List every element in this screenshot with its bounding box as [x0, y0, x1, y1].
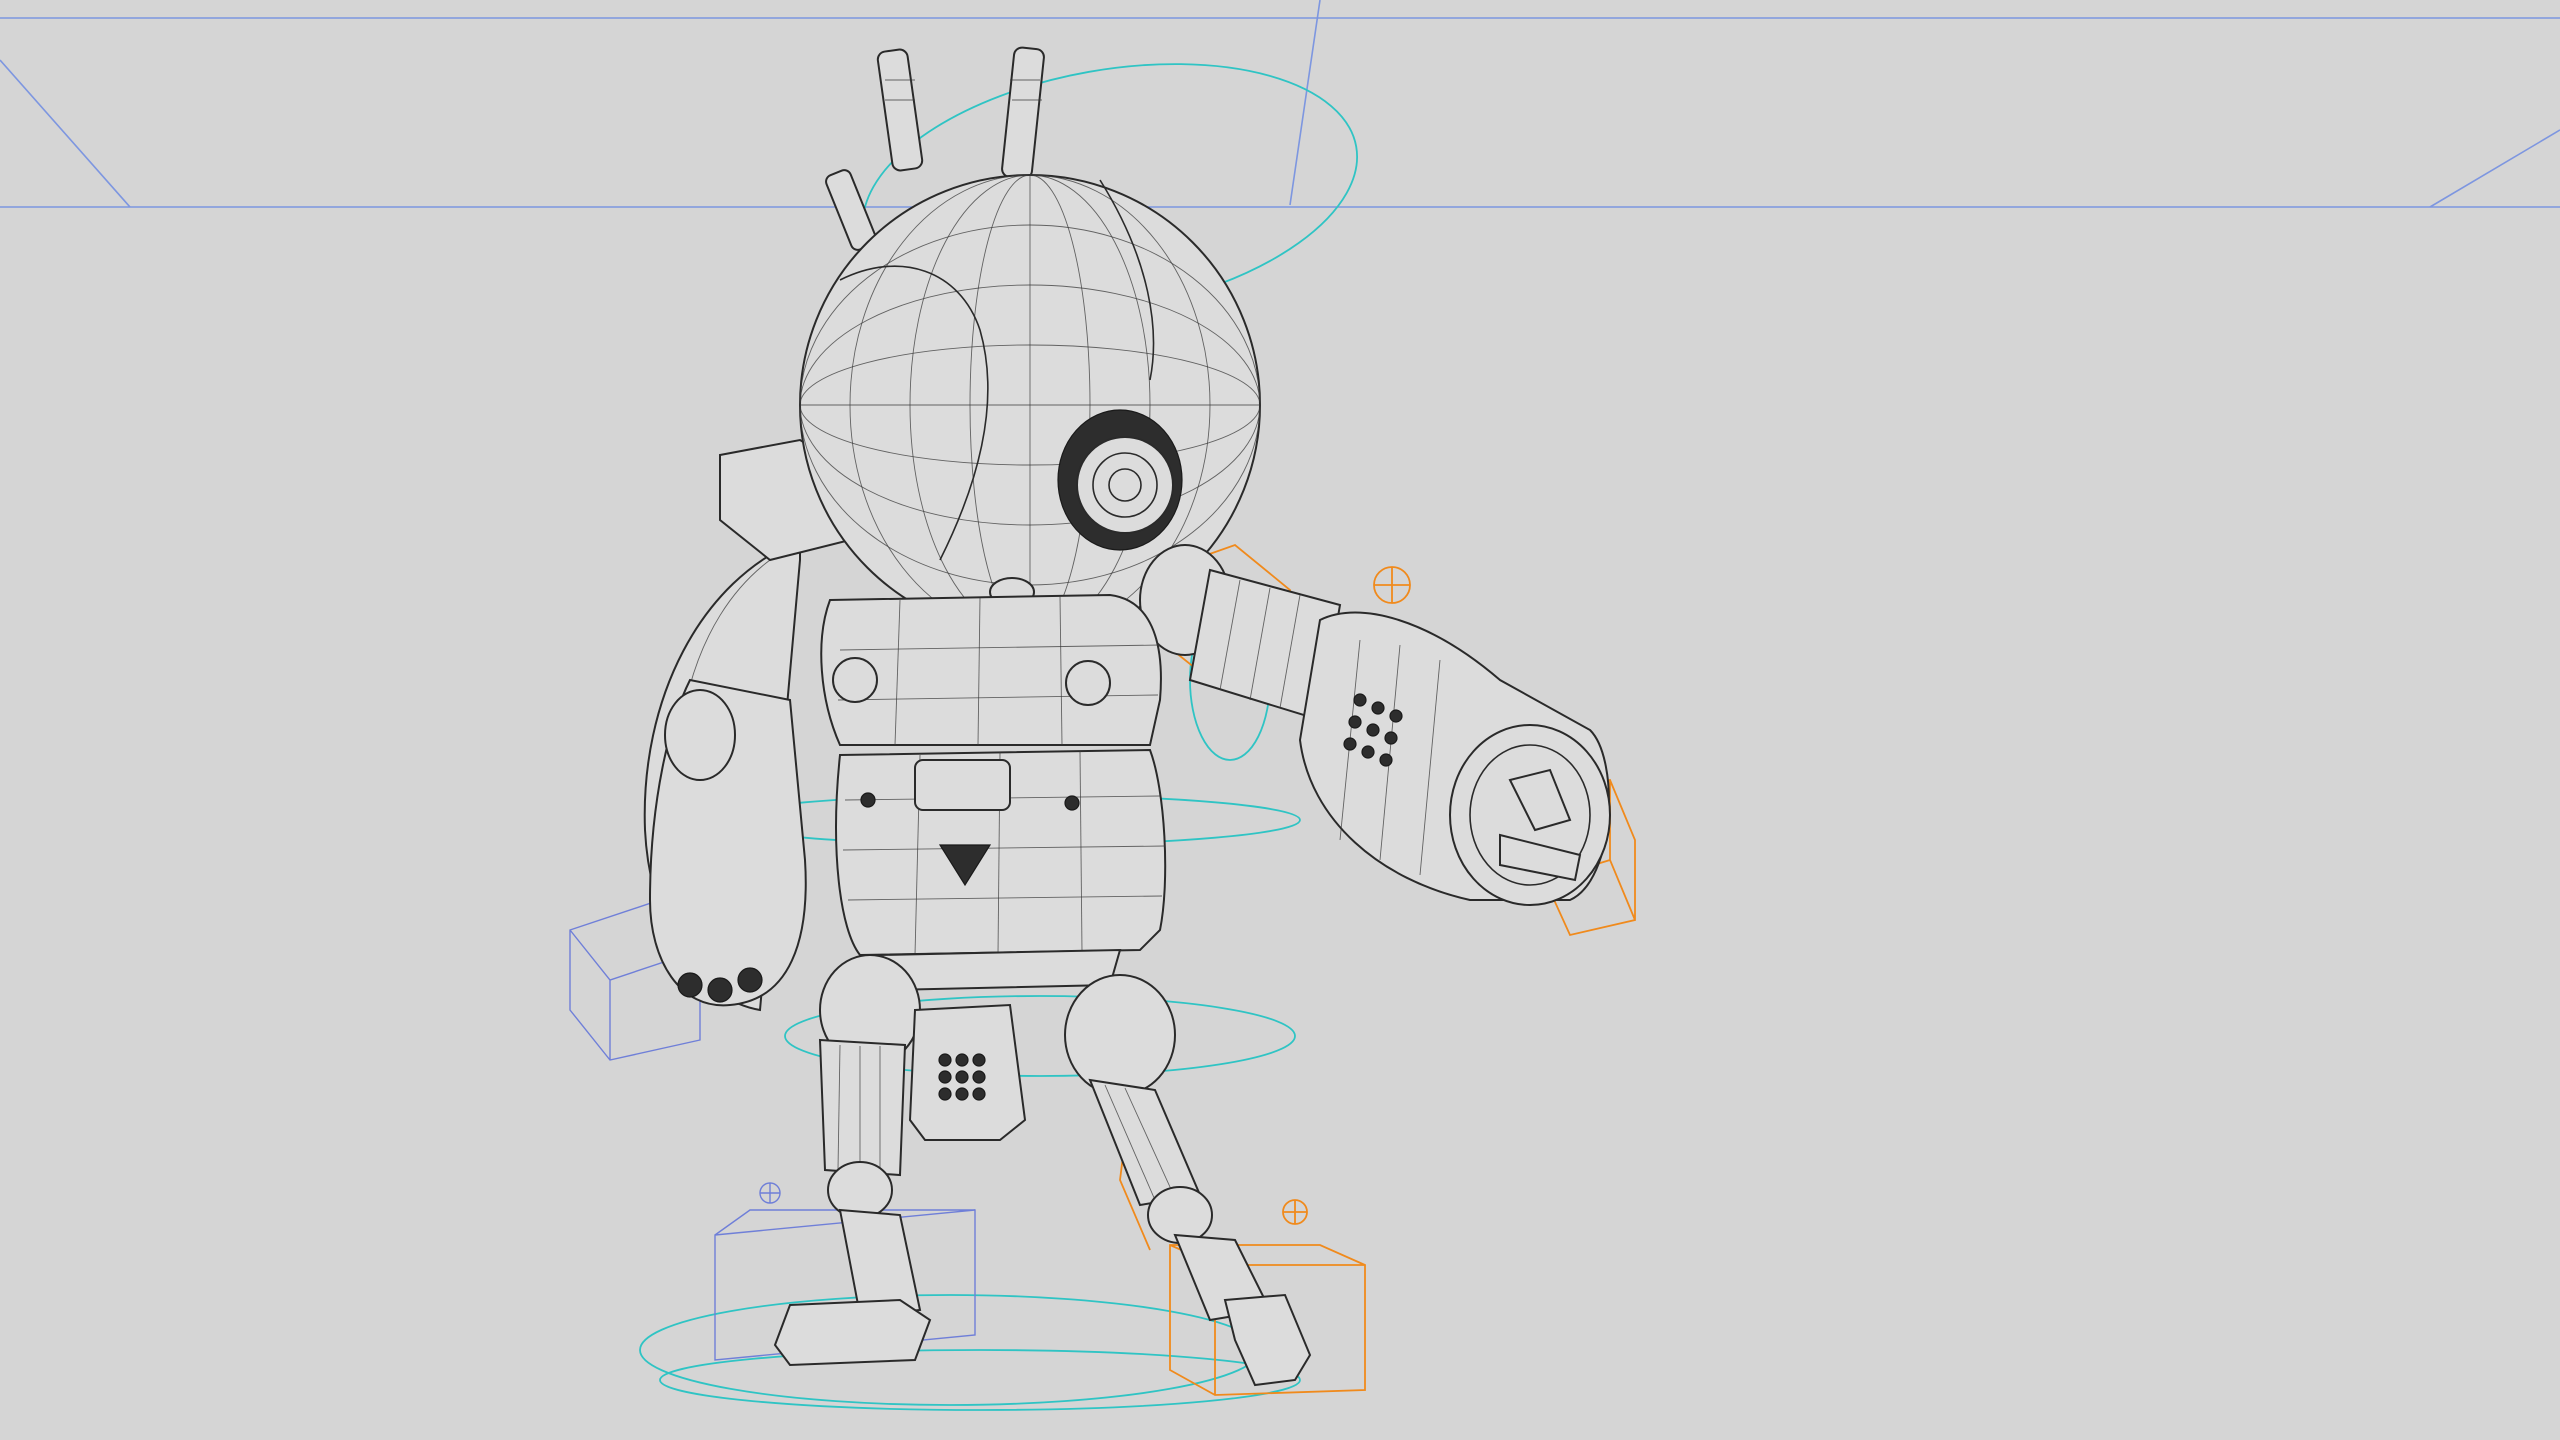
left-thigh[interactable]	[818, 1038, 907, 1177]
perspective-grid	[0, 0, 2560, 208]
left-elbow-joint[interactable]	[664, 689, 736, 781]
right-leg[interactable]	[1064, 974, 1312, 1387]
gizmo-crosshair-icon[interactable]	[1373, 566, 1411, 604]
belly-latch[interactable]	[914, 759, 1011, 811]
antenna-left[interactable]	[876, 48, 924, 172]
robot-model[interactable]	[643, 46, 1611, 1387]
left-leg[interactable]	[773, 954, 932, 1367]
crotch-plate[interactable]	[908, 1003, 1027, 1141]
left-hand-port	[737, 967, 763, 993]
chest-port-left	[832, 657, 878, 703]
belly-bolt	[860, 792, 876, 808]
torso-lower[interactable]	[835, 748, 1167, 957]
eye-lens[interactable]	[1076, 436, 1174, 534]
viewport-scene[interactable]	[0, 0, 2560, 1440]
3d-viewport[interactable]	[0, 0, 2560, 1440]
left-shin[interactable]	[838, 1208, 922, 1317]
chest-port-right	[1065, 660, 1111, 706]
left-hand-port	[707, 977, 733, 1003]
gizmo-crosshair-icon[interactable]	[759, 1182, 781, 1204]
right-foot[interactable]	[1223, 1293, 1312, 1387]
crotch-vents	[938, 1053, 986, 1101]
right-arm[interactable]	[1188, 568, 1611, 906]
grid-left-diagonal	[0, 59, 131, 208]
belly-bolt	[1064, 795, 1080, 811]
main-control[interactable]	[659, 1349, 1301, 1411]
grid-right-diagonal	[2429, 129, 2560, 208]
left-knee[interactable]	[827, 1161, 893, 1219]
grid-center-vertical	[1289, 0, 1321, 206]
right-hip-joint[interactable]	[1064, 974, 1176, 1096]
torso-upper[interactable]	[820, 593, 1162, 746]
waist-ring[interactable]	[878, 948, 1122, 992]
left-foot[interactable]	[773, 1298, 932, 1367]
left-hand-port	[677, 972, 703, 998]
antenna-right[interactable]	[1001, 46, 1045, 180]
gizmo-crosshair-icon[interactable]	[1282, 1199, 1308, 1225]
